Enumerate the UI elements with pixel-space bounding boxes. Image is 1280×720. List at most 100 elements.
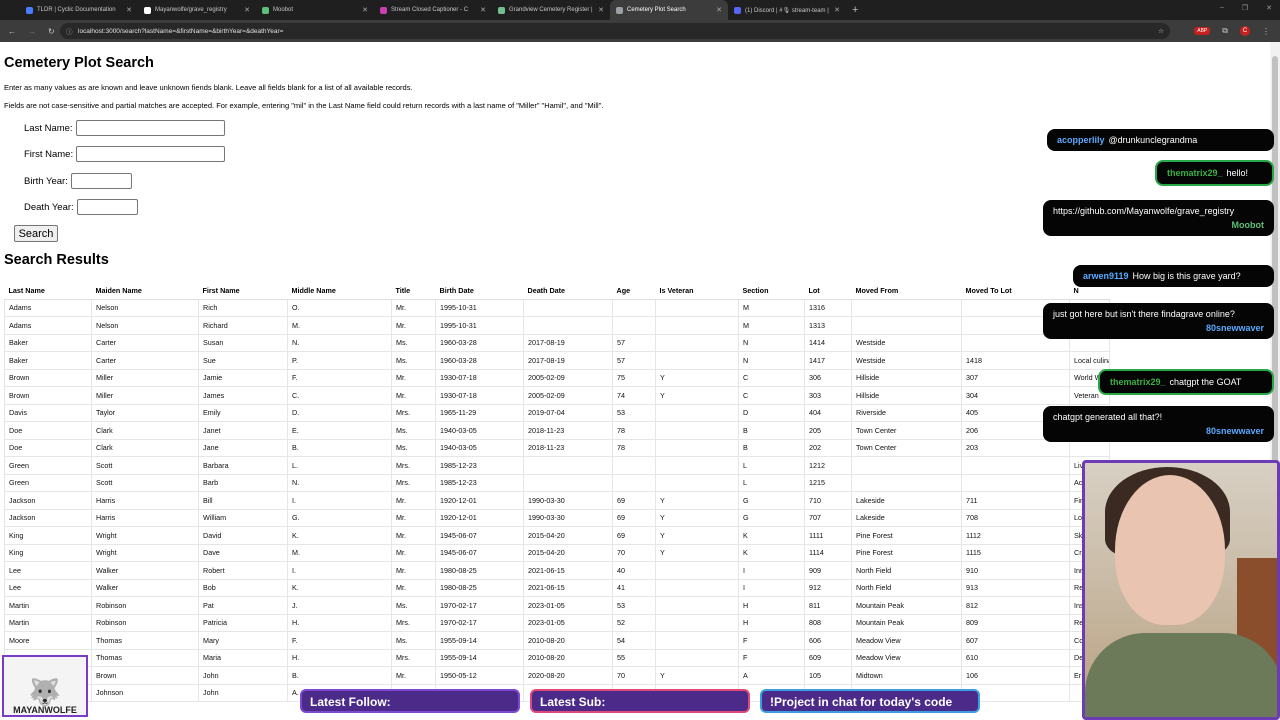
tab-bar: TLDR | Cyclic Documentation ✕ Mayanwolfe/g… [0,0,1280,20]
table-cell: H [738,596,805,615]
profile-avatar[interactable]: C [1240,26,1250,36]
webcam-face [1115,475,1225,625]
death-year-input[interactable] [76,199,138,215]
table-cell: Pine Forest [851,526,962,545]
table-cell: F [738,648,805,667]
table-cell: 57 [612,351,656,370]
table-cell: 304 [961,386,1070,405]
url-field[interactable]: ⓘ localhost:3000/search?lastName=&firstN… [60,23,1170,39]
tab-close-icon[interactable]: ✕ [716,6,722,14]
table-cell: 1215 [804,473,852,492]
browser-tab[interactable]: Moobot ✕ [256,0,374,20]
tab-close-icon[interactable]: ✕ [834,6,840,14]
tab-close-icon[interactable]: ✕ [362,6,368,14]
new-tab-button[interactable]: + [852,4,858,16]
adblock-icon[interactable]: ABP [1194,27,1211,35]
table-cell: 2023-01-05 [523,613,613,632]
minimize-icon[interactable]: – [1220,4,1224,12]
close-window-icon[interactable]: ✕ [1266,4,1272,12]
table-cell: Jackson [4,491,92,510]
back-icon[interactable]: ← [8,27,16,36]
tab-label: Mayanwolfe/grave_registry [155,7,227,13]
table-cell: I. [287,561,392,580]
table-cell: Maria [198,648,288,667]
table-cell: B. [287,666,392,685]
table-cell: Mr. [391,508,436,527]
chat-message: thematrix29_ hello! [1155,160,1274,186]
table-cell: M. [287,316,392,335]
table-cell: O. [287,298,392,317]
tab-close-icon[interactable]: ✕ [480,6,486,14]
site-info-icon[interactable]: ⓘ [66,26,73,36]
table-cell: John [198,683,288,702]
last-name-input[interactable] [75,120,225,136]
table-cell: 1955-09-14 [435,631,524,650]
birth-year-input[interactable] [70,173,132,189]
table-cell: 1995-10-31 [435,298,524,317]
table-cell: 303 [804,386,852,405]
extensions-icon[interactable]: ⧉ [1222,26,1228,36]
first-name-input[interactable] [76,146,226,162]
table-cell: 52 [612,613,656,632]
table-cell: 1960-03-28 [435,333,524,352]
browser-tab[interactable]: Grandview Cemetery Register | ✕ [492,0,610,20]
table-cell: G. [287,508,392,527]
bookmark-star-icon[interactable]: ☆ [1158,27,1164,35]
table-cell: Martin [4,596,92,615]
maximize-icon[interactable]: ❐ [1242,4,1248,12]
chat-message: just got here but isn't there findagrave… [1043,303,1274,339]
table-row: Brown Miller James C. Mr. 1930-07-18 2005-02-0… [4,386,1110,405]
table-cell [523,473,613,492]
column-header: Moved From [851,282,962,300]
table-cell: M [738,298,805,317]
table-cell [655,456,739,475]
menu-icon[interactable]: ⋮ [1262,27,1270,36]
table-cell: 707 [804,508,852,527]
table-cell [655,421,739,440]
table-cell: 2018-11-23 [523,421,613,440]
search-button[interactable]: Search [14,225,58,242]
table-cell: Jackson [4,508,92,527]
table-cell: Baker [4,351,92,370]
window-controls: – ❐ ✕ [1220,4,1272,12]
table-cell: 1920-12-01 [435,491,524,510]
browser-tab[interactable]: TLDR | Cyclic Documentation ✕ [20,0,138,20]
browser-tab[interactable]: Mayanwolfe/grave_registry ✕ [138,0,256,20]
tab-close-icon[interactable]: ✕ [126,6,132,14]
table-cell: Bob [198,578,288,597]
table-cell: Y [655,508,739,527]
browser-tab[interactable]: Cemetery Plot Search ✕ [610,0,728,20]
table-cell [655,333,739,352]
table-cell: Johnson [91,683,199,702]
table-cell: 1945-06-07 [435,526,524,545]
table-cell: King [4,543,92,562]
table-cell: Meadow View [851,648,962,667]
table-cell: P. [287,351,392,370]
table-cell [655,631,739,650]
table-row: SmithBrownJohnB.Mr.1950-05-122020-08-207… [4,666,1110,685]
chat-username: thematrix29_ [1110,377,1166,387]
table-cell: Lakeside [851,508,962,527]
table-row: Martin Robinson Pat J. Ms. 1970-02-17 2023-01-… [4,596,1110,615]
tab-close-icon[interactable]: ✕ [244,6,250,14]
forward-icon[interactable]: → [28,27,36,36]
reload-icon[interactable]: ↻ [48,27,55,36]
browser-tab[interactable]: Stream Closed Captioner - C ✕ [374,0,492,20]
column-header: Age [612,282,656,300]
table-cell: Walker [91,561,199,580]
table-cell: 2010-08-20 [523,648,613,667]
table-cell [961,456,1070,475]
table-cell: 1985-12-23 [435,456,524,475]
chat-username: thematrix29_ [1167,168,1223,178]
table-cell: N. [287,473,392,492]
death-year-label: Death Year: [24,201,74,213]
table-cell: 2015-04-20 [523,543,613,562]
browser-tab[interactable]: (1) Discord | #🎙 stream-team | ✕ [728,0,846,20]
chat-message: https://github.com/Mayanwolfe/grave_regi… [1043,200,1274,236]
table-row: Davis Taylor Emily D. Mrs. 1965-11-29 2019-07-… [4,403,1110,422]
table-cell: 41 [612,578,656,597]
tab-close-icon[interactable]: ✕ [598,6,604,14]
table-cell [851,456,962,475]
table-cell: Town Center [851,421,962,440]
table-cell: G [738,491,805,510]
